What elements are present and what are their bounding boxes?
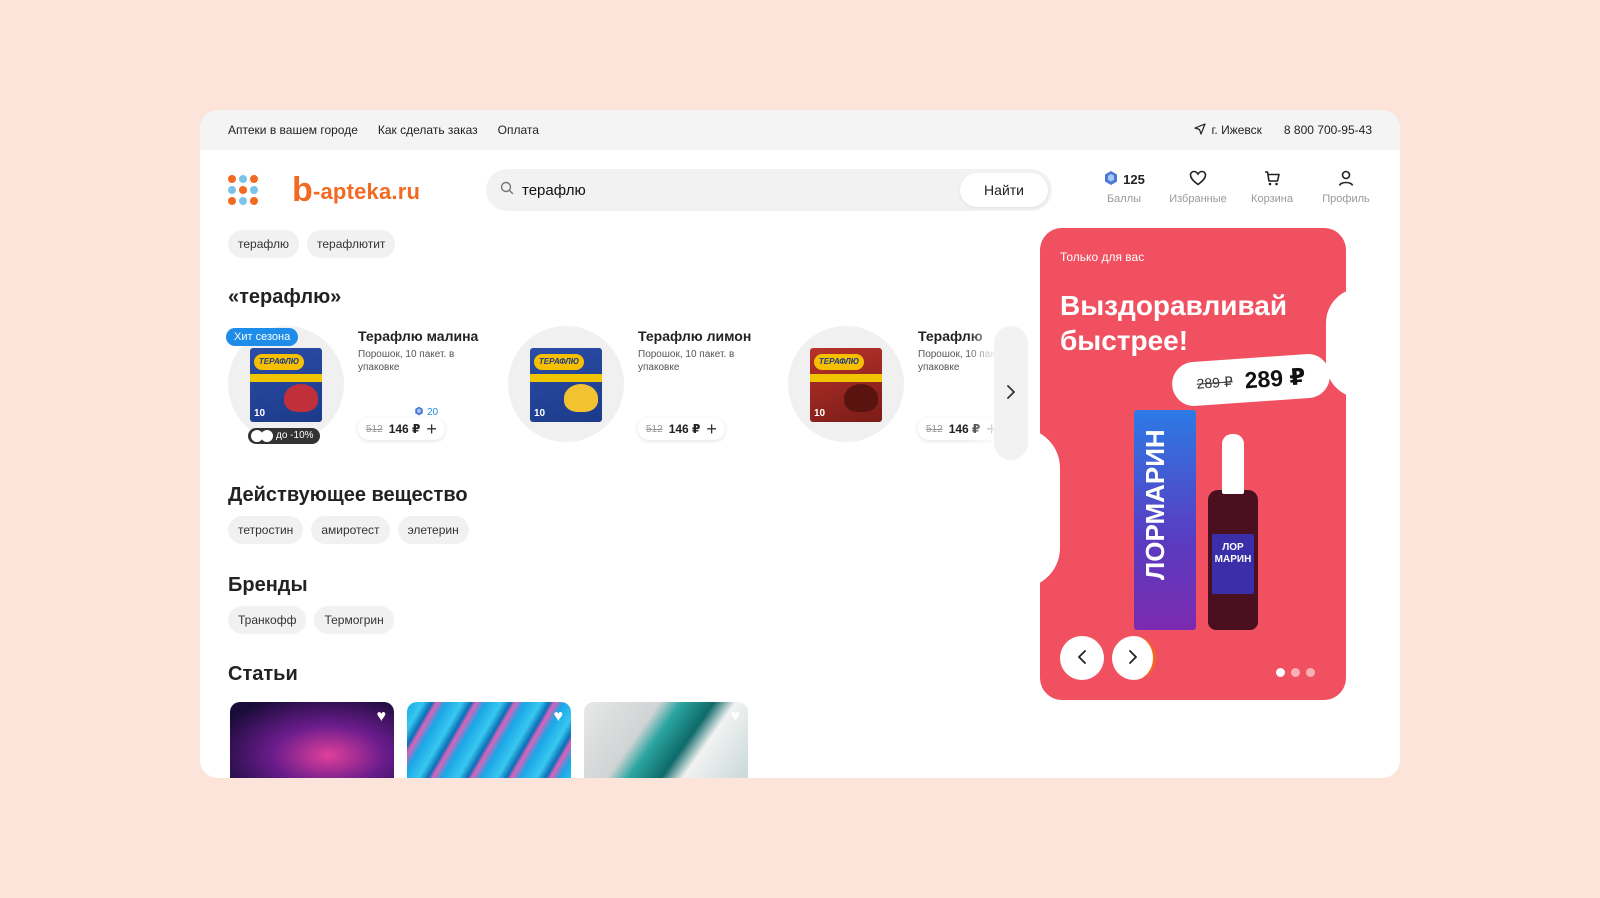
- points-button[interactable]: 125 Баллы: [1098, 168, 1150, 205]
- product-description: Порошок, 10 пакет. в упаковке: [638, 349, 735, 373]
- substance-chip[interactable]: амиротест: [311, 516, 390, 544]
- site-logo[interactable]: b -apteka.ru: [290, 171, 421, 209]
- promo-subtitle: Только для вас: [1060, 250, 1145, 264]
- link-payment[interactable]: Оплата: [498, 123, 539, 137]
- promo-price-tag: 289 ₽ 289 ₽: [1170, 352, 1332, 408]
- results-title: «терафлю»: [228, 286, 342, 308]
- brand-chip[interactable]: Транкофф: [228, 606, 307, 634]
- logo-text: -apteka.ru: [312, 179, 421, 204]
- cart-icon: [1263, 169, 1281, 190]
- top-links: Аптеки в вашем городе Как сделать заказ …: [228, 123, 539, 137]
- promo-product-box: ЛОРМАРИН: [1134, 410, 1196, 630]
- promo-prev-button[interactable]: [1060, 636, 1104, 680]
- product-description: Порошок, 10 пакет. в упаковке: [358, 349, 455, 373]
- promo-pager: [1276, 668, 1315, 677]
- product-name[interactable]: Терафлю малина: [358, 328, 478, 344]
- article-card[interactable]: ♥: [407, 702, 571, 778]
- points-value: 125: [1123, 171, 1145, 187]
- price: 146 ₽: [668, 422, 701, 436]
- heart-icon[interactable]: ♥: [731, 708, 741, 726]
- product-card[interactable]: ТЕРАФЛЮ 10 Терафлю лимон Порошок, 10 пак…: [508, 326, 778, 456]
- price-add-button[interactable]: 512 146 ₽ +: [358, 418, 445, 440]
- promo-product-bottle: ЛОР МАРИН: [1208, 434, 1258, 630]
- product-package: ТЕРАФЛЮ 10: [810, 348, 882, 422]
- old-price: 512: [366, 423, 383, 435]
- search-suggestions: терафлю терафлютит: [228, 230, 396, 258]
- substance-chip[interactable]: элетерин: [397, 516, 469, 544]
- points-icon: [1103, 170, 1119, 189]
- promo-old-price: 289 ₽: [1196, 372, 1234, 392]
- browser-page: Аптеки в вашем городе Как сделать заказ …: [200, 110, 1400, 778]
- promo-banner[interactable]: Только для вас Выздоравливай быстрее! 28…: [1040, 228, 1346, 700]
- old-price: 512: [646, 423, 663, 435]
- profile-button[interactable]: Профиль: [1320, 168, 1372, 205]
- user-icon: [1337, 169, 1355, 190]
- price-add-button[interactable]: 512 146 ₽ +: [638, 418, 725, 440]
- search-input[interactable]: [522, 181, 961, 199]
- heart-icon: [1189, 170, 1207, 189]
- product-package: ТЕРАФЛЮ 10: [530, 348, 602, 422]
- link-pharmacies[interactable]: Аптеки в вашем городе: [228, 123, 358, 137]
- price: 146 ₽: [388, 422, 421, 436]
- product-package: ТЕРАФЛЮ 10: [250, 348, 322, 422]
- search-button[interactable]: Найти: [960, 173, 1048, 207]
- pager-dot[interactable]: [1291, 668, 1300, 677]
- search-bar: Найти: [486, 169, 1052, 211]
- product-card[interactable]: ТЕРАФЛЮ 10 Хит сезона до -10% Терафлю ма…: [226, 326, 498, 456]
- chevron-right-icon: [1006, 383, 1016, 404]
- pager-dot[interactable]: [1306, 668, 1315, 677]
- hit-badge: Хит сезона: [226, 328, 299, 346]
- heart-icon[interactable]: ♥: [554, 708, 564, 726]
- location-arrow-icon: [1193, 122, 1206, 138]
- product-image: ТЕРАФЛЮ 10: [508, 326, 624, 442]
- product-carousel: ТЕРАФЛЮ 10 Хит сезона до -10% Терафлю ма…: [226, 326, 1028, 466]
- plus-icon: +: [706, 419, 717, 439]
- city-selector[interactable]: г. Ижевск: [1193, 122, 1262, 138]
- promo-nav: [1060, 636, 1156, 680]
- profile-label: Профиль: [1322, 193, 1370, 205]
- logo-letter: b: [290, 171, 313, 209]
- header: b -apteka.ru Найти 125 Баллы: [228, 168, 1372, 212]
- active-substance-title: Действующее вещество: [228, 484, 468, 506]
- promo-headline: Выздоравливай быстрее!: [1060, 290, 1288, 356]
- menu-dots-icon[interactable]: [228, 175, 258, 205]
- search-icon: [500, 181, 514, 200]
- product-image: ТЕРАФЛЮ 10: [788, 326, 904, 442]
- chevron-right-icon: [1128, 648, 1138, 669]
- articles-list: ♥ ♥ ♥: [230, 702, 748, 778]
- promo-next-button[interactable]: [1112, 636, 1156, 680]
- old-price: 512: [926, 423, 943, 435]
- articles-title: Статьи: [228, 663, 298, 685]
- link-how-to-order[interactable]: Как сделать заказ: [378, 123, 478, 137]
- brand-chips: Транкофф Термогрин: [228, 606, 394, 634]
- plus-icon: +: [426, 419, 437, 439]
- promo-price: 289 ₽: [1243, 362, 1307, 393]
- chevron-left-icon: [1077, 648, 1087, 669]
- favorites-label: Избранные: [1169, 193, 1227, 205]
- product-name[interactable]: Терафлю лимон: [638, 328, 751, 344]
- heart-icon[interactable]: ♥: [377, 708, 387, 726]
- brands-title: Бренды: [228, 574, 308, 596]
- brand-chip[interactable]: Термогрин: [314, 606, 394, 634]
- cart-button[interactable]: Корзина: [1246, 168, 1298, 205]
- active-substance-chips: тетростин амиротест элетерин: [228, 516, 469, 544]
- city-name: г. Ижевск: [1211, 123, 1262, 137]
- cart-label: Корзина: [1251, 193, 1293, 205]
- carousel-next-button[interactable]: [994, 326, 1028, 460]
- phone-number[interactable]: 8 800 700-95-43: [1284, 123, 1372, 137]
- suggestion-chip[interactable]: терафлютит: [307, 230, 396, 258]
- suggestion-chip[interactable]: терафлю: [228, 230, 299, 258]
- top-bar: Аптеки в вашем городе Как сделать заказ …: [200, 110, 1400, 150]
- points-label: Баллы: [1106, 193, 1142, 205]
- header-actions: 125 Баллы Избранные Корзина Профиль: [1098, 168, 1372, 205]
- pager-dot[interactable]: [1276, 668, 1285, 677]
- substance-chip[interactable]: тетростин: [228, 516, 304, 544]
- favorites-button[interactable]: Избранные: [1169, 168, 1227, 205]
- article-card[interactable]: ♥: [584, 702, 748, 778]
- article-card[interactable]: ♥: [230, 702, 394, 778]
- discount-badge: до -10%: [248, 428, 320, 444]
